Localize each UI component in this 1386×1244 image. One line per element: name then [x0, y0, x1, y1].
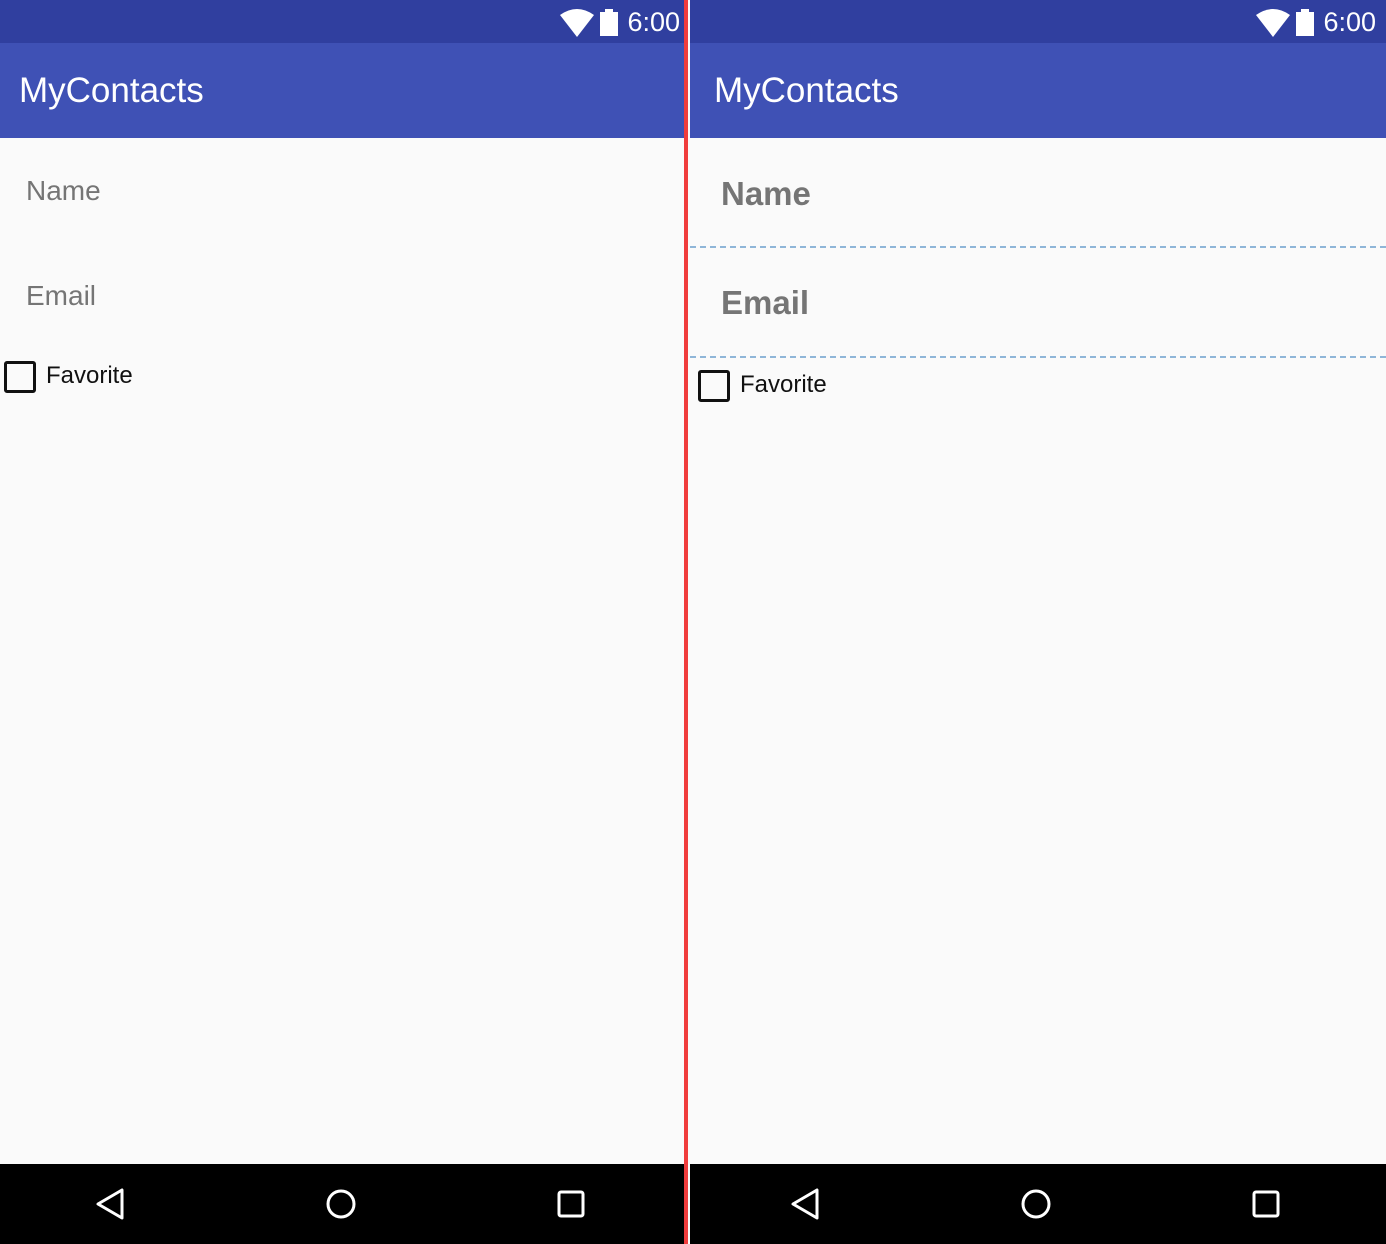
favorite-checkbox[interactable] — [698, 370, 730, 402]
recents-icon[interactable] — [1246, 1184, 1286, 1224]
left-screen: 6:00 MyContacts Name Email Favorite — [0, 0, 686, 1244]
app-bar: MyContacts — [690, 43, 1386, 138]
navigation-bar — [0, 1164, 686, 1244]
navigation-bar — [690, 1164, 1386, 1244]
right-screen: 6:00 MyContacts Name Email Favorite — [690, 0, 1386, 1244]
app-bar: MyContacts — [0, 43, 686, 138]
status-time: 6:00 — [627, 7, 680, 37]
app-title: MyContacts — [714, 71, 899, 110]
home-icon[interactable] — [1016, 1184, 1056, 1224]
status-bar: 6:00 — [0, 0, 686, 43]
home-icon[interactable] — [321, 1184, 361, 1224]
wifi-icon — [560, 9, 594, 37]
back-icon[interactable] — [785, 1184, 825, 1224]
name-field[interactable]: Name — [721, 174, 811, 214]
status-bar: 6:00 — [690, 0, 1386, 43]
email-field-guide — [690, 356, 1386, 358]
app-title: MyContacts — [19, 71, 204, 110]
favorite-checkbox[interactable] — [4, 361, 36, 393]
favorite-label[interactable]: Favorite — [46, 361, 133, 391]
name-field-guide — [690, 246, 1386, 248]
favorite-label[interactable]: Favorite — [740, 370, 827, 400]
comparison-divider — [684, 0, 688, 1244]
wifi-icon — [1256, 9, 1290, 37]
email-field[interactable]: Email — [26, 278, 96, 314]
battery-icon — [600, 9, 618, 36]
name-field[interactable]: Name — [26, 173, 101, 209]
battery-icon — [1296, 9, 1314, 36]
recents-icon[interactable] — [551, 1184, 591, 1224]
back-icon[interactable] — [90, 1184, 130, 1224]
email-field[interactable]: Email — [721, 283, 809, 323]
status-time: 6:00 — [1323, 7, 1376, 37]
